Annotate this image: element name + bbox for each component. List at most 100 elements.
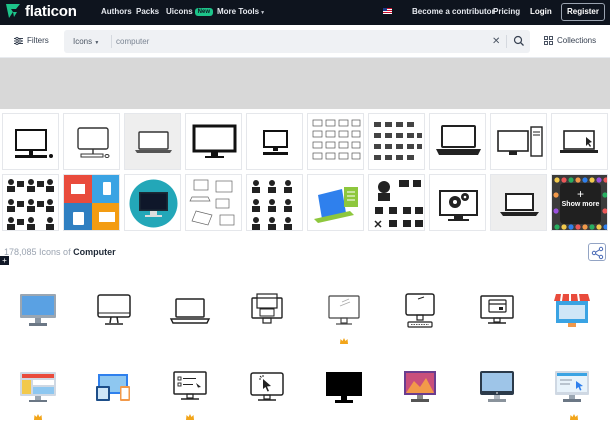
pack-thumbnail[interactable]: [63, 174, 120, 231]
computer-payment-icon[interactable]: [243, 288, 291, 336]
icon-results: [0, 280, 610, 431]
collections-icon: [544, 36, 553, 45]
login-link[interactable]: Login: [530, 7, 552, 16]
online-payment-icon[interactable]: [473, 288, 521, 336]
pack-thumbnail[interactable]: [490, 113, 547, 170]
ad-banner: [0, 58, 610, 109]
pack-thumbnail[interactable]: [124, 174, 181, 231]
pack-thumbnail[interactable]: [124, 113, 181, 170]
tech-support-icon: [374, 180, 423, 228]
flaticon-logo-icon: [6, 4, 20, 18]
online-shop-icon[interactable]: [548, 288, 596, 336]
nav-uicons-label: Uicons: [166, 7, 193, 16]
pack-thumbnail[interactable]: [429, 174, 486, 231]
filters-button[interactable]: Filters: [14, 36, 49, 45]
computer-settings-icon: [439, 190, 478, 221]
register-button[interactable]: Register: [561, 3, 605, 21]
plus-icon[interactable]: +: [0, 256, 9, 265]
pack-thumbnail[interactable]: [2, 174, 59, 231]
computer-checklist-icon[interactable]: [166, 364, 214, 412]
computer-users-icon: [7, 179, 54, 230]
pack-thumbnail[interactable]: [185, 174, 242, 231]
pack-thumbnail[interactable]: [185, 113, 242, 170]
clear-icon[interactable]: ✕: [492, 36, 500, 47]
pack-thumbnail[interactable]: [246, 174, 303, 231]
pack-thumbnail[interactable]: [368, 174, 425, 231]
laptop-icon: [135, 131, 172, 153]
premium-crown-icon: [186, 414, 194, 420]
become-contributor-link[interactable]: Become a contributor: [412, 7, 495, 16]
web-page-icon[interactable]: [14, 364, 62, 412]
show-more-tile[interactable]: + Show more: [551, 174, 608, 231]
responsive-devices-icon[interactable]: [90, 364, 138, 412]
monitor-circle-icon: [129, 179, 178, 228]
computer-click-icon[interactable]: [243, 364, 291, 412]
filters-label: Filters: [27, 36, 49, 45]
plus-icon: +: [576, 187, 584, 201]
laptop-cursor-icon: [560, 130, 598, 153]
show-more-button[interactable]: + Show more: [560, 183, 601, 224]
computer-browser-icon[interactable]: [548, 364, 596, 412]
us-flag-icon[interactable]: [383, 8, 392, 14]
computer-icon[interactable]: [90, 288, 138, 336]
pricing-link[interactable]: Pricing: [493, 7, 520, 16]
search-type-dropdown[interactable]: Icons ▼: [73, 37, 99, 46]
pack-thumbnail[interactable]: [246, 113, 303, 170]
search-row: Filters Icons ▼ ✕ Collections: [0, 25, 610, 58]
premium-crown-icon: [340, 338, 348, 344]
monitor-icon[interactable]: [320, 364, 368, 412]
pack-thumbnail[interactable]: [2, 113, 59, 170]
filters-icon: [14, 36, 23, 45]
flaticon-logo[interactable]: flaticon: [5, 3, 77, 20]
desktop-computer-icon: [15, 129, 53, 158]
collections-button[interactable]: Collections: [544, 36, 596, 45]
devices-collection-icon: [312, 119, 361, 160]
laptop-icon: [436, 125, 481, 155]
results-count-mid: Icons of: [36, 247, 74, 257]
top-nav: flaticon Authors Packs Uicons New More To…: [0, 0, 610, 25]
results-count: 178,085 Icons of Computer: [4, 247, 116, 257]
premium-crown-icon: [570, 414, 578, 420]
share-button[interactable]: [588, 243, 606, 261]
computer-icon[interactable]: [320, 288, 368, 336]
nav-packs[interactable]: Packs: [136, 7, 159, 16]
computer-keyboard-icon[interactable]: [396, 288, 444, 336]
laptop-icon: [500, 193, 539, 216]
nav-authors[interactable]: Authors: [101, 7, 132, 16]
laptop-icon[interactable]: [166, 288, 214, 336]
pack-thumbnail[interactable]: [63, 113, 120, 170]
monitor-icon: [192, 124, 237, 158]
computer-users-icon: [252, 180, 292, 230]
chevron-down-icon: ▼: [260, 10, 266, 16]
devices-collection-icon: [374, 122, 422, 160]
computer-landscape-icon[interactable]: [396, 364, 444, 412]
pack-thumbnail[interactable]: [551, 113, 608, 170]
search-type-label: Icons: [73, 37, 93, 46]
pack-thumbnail[interactable]: [368, 113, 425, 170]
pack-thumbnail[interactable]: [490, 174, 547, 231]
pack-thumbnail[interactable]: [429, 113, 486, 170]
logo-text: flaticon: [25, 3, 77, 20]
nav-more-tools[interactable]: More Tools▼: [217, 7, 265, 16]
divider: [506, 35, 507, 48]
desktop-computer-icon: [263, 130, 288, 155]
new-badge: New: [194, 8, 214, 16]
computer-icon[interactable]: [473, 364, 521, 412]
chevron-down-icon: ▼: [94, 40, 100, 46]
nav-more-tools-label: More Tools: [217, 7, 260, 16]
computer-icon[interactable]: [14, 288, 62, 336]
nav-uicons[interactable]: Uicons New: [166, 7, 214, 17]
collections-label: Collections: [557, 36, 597, 45]
search-icon[interactable]: [513, 35, 525, 47]
show-more-label: Show more: [561, 201, 600, 208]
desktop-tower-icon: [497, 126, 543, 157]
results-keyword: Computer: [73, 247, 116, 257]
laptop-checklist-icon: [308, 175, 363, 230]
desktop-computer-icon: [77, 127, 110, 158]
premium-crown-icon: [34, 414, 42, 420]
divider: [111, 35, 112, 48]
pack-thumbnail[interactable]: [307, 113, 364, 170]
search-input[interactable]: [116, 35, 476, 48]
search-box: Icons ▼ ✕: [64, 30, 530, 53]
pack-thumbnail[interactable]: [307, 174, 364, 231]
